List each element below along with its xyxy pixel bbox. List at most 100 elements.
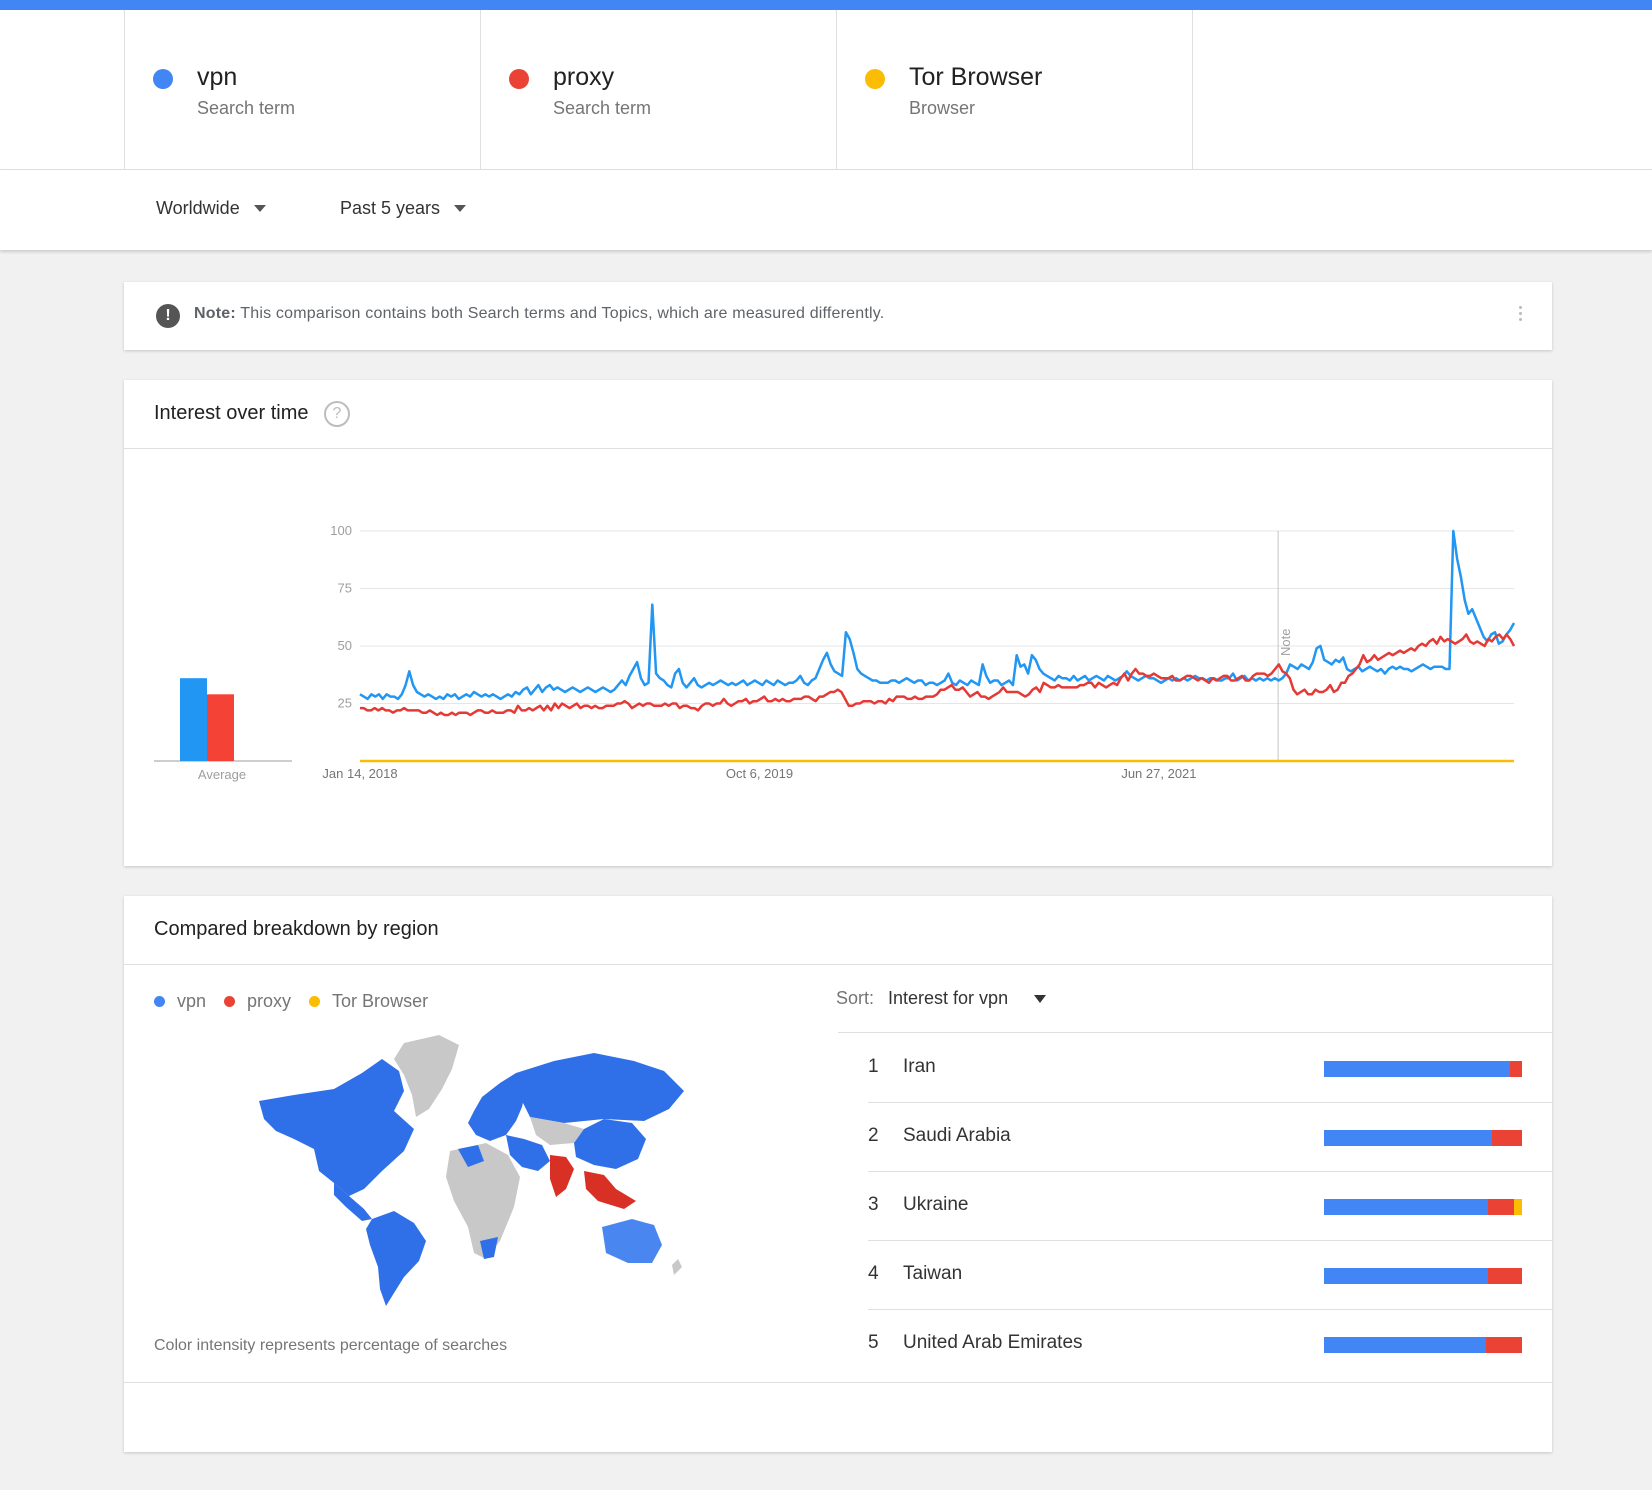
sort-dropdown[interactable]: Sort: Interest for vpn [836, 988, 1047, 1009]
map-region-india [550, 1155, 574, 1197]
region-row[interactable]: 4 Taiwan [868, 1241, 1552, 1310]
legend-label: proxy [247, 991, 292, 1011]
term-color-dot [865, 69, 885, 89]
map-region-russia [516, 1053, 684, 1123]
add-comparison-slot[interactable] [1192, 10, 1652, 169]
share-segment-vpn [1324, 1199, 1489, 1215]
card-title: Compared breakdown by region [154, 918, 439, 940]
legend-item-tor-browser: Tor Browser [309, 991, 428, 1012]
region-rank: 1 [868, 1056, 879, 1077]
share-segment-vpn [1324, 1061, 1511, 1077]
compare-terms-bar: vpn Search term proxy Search term Tor Br… [0, 10, 1652, 170]
region-rank: 3 [868, 1194, 879, 1215]
note-marker-label: Note [1278, 629, 1293, 656]
term-color-dot [153, 69, 173, 89]
term-card-tor-browser[interactable]: Tor Browser Browser [836, 10, 1192, 169]
region-filter-dropdown[interactable]: Worldwide [156, 198, 266, 219]
filters-bar: Worldwide Past 5 years [0, 170, 1652, 250]
x-tick-label: Jan 14, 2018 [322, 766, 397, 781]
region-row[interactable]: 1 Iran [868, 1034, 1552, 1103]
map-region-new-zealand [672, 1259, 682, 1275]
share-segment-proxy [1486, 1337, 1522, 1353]
share-segment-vpn [1324, 1130, 1493, 1146]
note-body: This comparison contains both Search ter… [240, 305, 885, 322]
region-row[interactable]: 3 Ukraine [868, 1172, 1552, 1241]
share-segment-vpn [1324, 1268, 1489, 1284]
legend-label: vpn [177, 991, 207, 1011]
term-type: Search term [197, 98, 296, 118]
time-filter-dropdown[interactable]: Past 5 years [340, 198, 467, 219]
question-mark-icon[interactable]: ? [324, 401, 350, 427]
region-row[interactable]: 2 Saudi Arabia [868, 1103, 1552, 1172]
interest-over-time-chart[interactable]: 25 50 75 100 Note Average Jan 14, 2018 Oct 6,… [124, 448, 1552, 866]
term-name: Tor Browser [909, 63, 1043, 91]
region-name: United Arab Emirates [903, 1332, 1083, 1353]
more-options-icon[interactable] [1519, 306, 1522, 324]
note-bold-label: Note: [194, 305, 236, 322]
region-share-bar [1324, 1199, 1522, 1215]
top-accent-bar [0, 0, 1652, 10]
share-segment-proxy [1488, 1268, 1522, 1284]
sort-label: Sort: [836, 988, 875, 1008]
region-rank: 2 [868, 1125, 879, 1146]
region-row[interactable]: 5 United Arab Emirates [868, 1310, 1522, 1379]
share-segment-vpn [1324, 1337, 1487, 1353]
dropdown-arrow-icon [253, 205, 266, 212]
map-region-north-america [259, 1059, 414, 1196]
share-segment-proxy [1492, 1130, 1522, 1146]
divider [838, 1032, 1552, 1033]
exclamation-icon: ! [156, 304, 180, 328]
legend-item-vpn: vpn [154, 991, 206, 1012]
average-bar-vpn [180, 678, 207, 761]
average-bar-proxy [207, 694, 234, 761]
average-label: Average [198, 767, 246, 782]
region-name: Saudi Arabia [903, 1125, 1011, 1146]
legend-dot [309, 996, 321, 1007]
card-header: Interest over time ? [124, 380, 1552, 449]
region-share-bar [1324, 1130, 1522, 1146]
share-segment-proxy [1510, 1061, 1522, 1077]
legend-dot [224, 996, 236, 1007]
x-tick-label: Oct 6, 2019 [726, 766, 793, 781]
sort-value: Interest for vpn [888, 988, 1009, 1008]
share-segment-tor-browser [1514, 1199, 1522, 1215]
series-line-proxy [360, 633, 1516, 717]
term-type: Browser [909, 98, 976, 118]
term-card-proxy[interactable]: proxy Search term [480, 10, 836, 169]
series-line-vpn [359, 529, 1516, 701]
region-name: Iran [903, 1056, 936, 1077]
map-region-southeast-asia [584, 1171, 636, 1209]
note-text: Note: This comparison contains both Sear… [194, 305, 884, 323]
term-card-vpn[interactable]: vpn Search term [124, 10, 480, 169]
average-bars: Average [154, 678, 292, 782]
region-rank: 4 [868, 1263, 879, 1284]
y-tick-label: 50 [338, 638, 352, 653]
region-name: Ukraine [903, 1194, 969, 1215]
world-map[interactable] [254, 1031, 704, 1311]
region-share-bar [1324, 1061, 1522, 1077]
chart-gridlines: 25 50 75 100 Note [330, 523, 1514, 762]
legend-item-proxy: proxy [224, 991, 291, 1012]
note-card: ! Note: This comparison contains both Se… [124, 282, 1552, 350]
region-name: Taiwan [903, 1263, 963, 1284]
y-tick-label: 25 [338, 696, 352, 711]
time-filter-label: Past 5 years [340, 198, 441, 218]
map-region-europe [468, 1073, 526, 1141]
region-rank: 5 [868, 1332, 879, 1353]
interest-over-time-card: Interest over time ? 25 50 75 100 Note Avera… [124, 380, 1552, 866]
map-region-greenland [394, 1035, 459, 1117]
legend-label: Tor Browser [332, 991, 429, 1011]
map-caption: Color intensity represents percentage of… [154, 1337, 508, 1354]
region-share-bar [1324, 1268, 1522, 1284]
region-share-bar [1324, 1337, 1522, 1353]
term-type: Search term [553, 98, 652, 118]
region-filter-label: Worldwide [156, 198, 240, 218]
x-axis-ticks: Jan 14, 2018 Oct 6, 2019 Jun 27, 2021 [322, 766, 1196, 781]
y-tick-label: 100 [330, 523, 352, 538]
share-segment-proxy [1488, 1199, 1515, 1215]
term-color-dot [509, 69, 529, 89]
x-tick-label: Jun 27, 2021 [1121, 766, 1196, 781]
map-region-china [574, 1119, 646, 1169]
region-breakdown-card: Compared breakdown by region vpn proxy T… [124, 896, 1552, 1452]
divider [124, 1382, 1552, 1383]
